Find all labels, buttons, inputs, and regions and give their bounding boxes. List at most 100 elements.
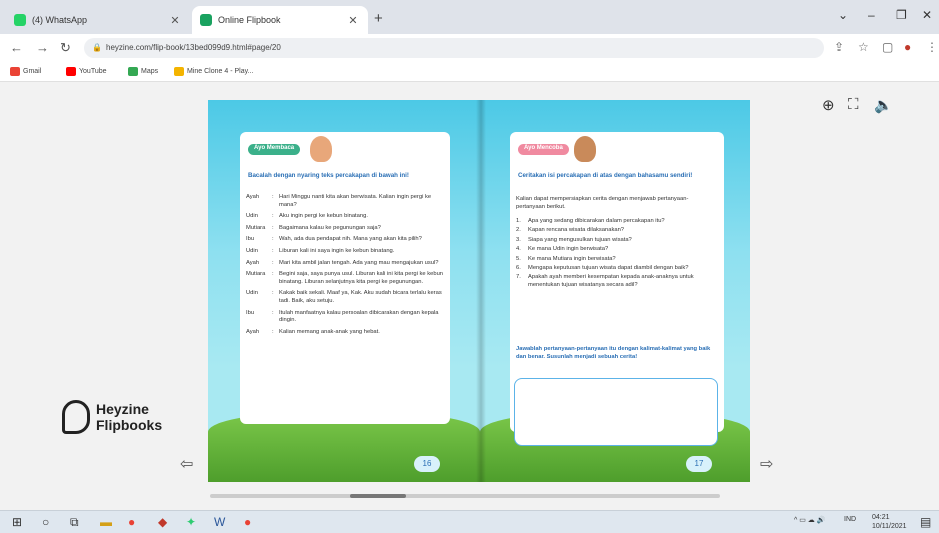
heyzine-logo: Heyzine Flipbooks xyxy=(62,400,162,434)
dialogue-list: Ayah: Hari Minggu nanti kita akan berwisa… xyxy=(246,194,446,340)
question-item: 1. Apa yang sedang dibicarakan dalam perc… xyxy=(516,218,665,224)
question-list: 1. Apa yang sedang dibicarakan dalam perc… xyxy=(516,218,718,291)
tab-search-icon[interactable]: ⌄ xyxy=(838,8,848,22)
clock-date: 10/11/2021 xyxy=(872,523,907,530)
bookmarks-bar: Gmail YouTube Maps Mine Clone 4 - Play..… xyxy=(0,62,939,82)
boy-illustration xyxy=(574,136,596,162)
flipbook-icon xyxy=(200,14,212,26)
scrollbar-thumb[interactable] xyxy=(350,494,406,498)
sidebar-icon[interactable]: ▢ xyxy=(882,40,893,54)
heyzine-logo-icon xyxy=(62,400,90,434)
boy-illustration xyxy=(310,136,332,162)
reload-button[interactable]: ↻ xyxy=(60,40,71,56)
activity-card: Ayo Mencoba Ceritakan isi percakapan di … xyxy=(510,132,724,446)
chrome-icon[interactable]: ● xyxy=(128,515,135,529)
chrome-active-icon[interactable]: ● xyxy=(244,515,251,529)
tab-title: (4) WhatsApp xyxy=(32,15,88,25)
close-window-button[interactable]: ✕ xyxy=(922,8,932,22)
left-page: Ayo Membaca Bacalah dengan nyaring teks … xyxy=(208,100,480,482)
task-view-icon[interactable]: ⧉ xyxy=(70,515,79,530)
bookmark-label: Mine Clone 4 - Play... xyxy=(187,68,254,75)
fullscreen-icon[interactable]: ⛶ xyxy=(848,96,859,113)
question-item: 4. Ke mana Udin ingin berwisata? xyxy=(516,246,609,253)
bookmark-gmail[interactable]: Gmail xyxy=(10,67,41,76)
bookmark-label: Gmail xyxy=(23,68,42,75)
close-tab-icon[interactable]: ✕ xyxy=(168,14,182,27)
question-item: 6. Mengapa keputusan tujuan wisata dapat … xyxy=(516,265,689,272)
instruction-text: Jawablah pertanyaan-pertanyaan itu denga… xyxy=(516,346,711,360)
youtube-icon xyxy=(66,67,76,76)
minimize-button[interactable]: – xyxy=(868,8,875,22)
reading-card: Ayo Membaca Bacalah dengan nyaring teks … xyxy=(240,132,450,424)
forward-button[interactable]: → xyxy=(36,40,49,55)
zoom-in-icon[interactable]: ⊕ xyxy=(822,96,835,114)
maps-icon xyxy=(128,67,138,76)
page-heading: Ceritakan isi percakapan di atas dengan … xyxy=(518,172,693,179)
close-tab-icon[interactable]: ✕ xyxy=(346,14,360,27)
tab-online-flipbook[interactable]: Online Flipbook ✕ xyxy=(192,6,368,34)
clock-time: 04:21 xyxy=(872,514,890,521)
logo-line2: Flipbooks xyxy=(96,417,163,433)
game-icon xyxy=(174,67,184,76)
dialogue-line: Mutiara: Begini saja, saya punya usul. Li… xyxy=(246,271,444,285)
next-page-arrow[interactable]: ⇨ xyxy=(760,454,773,474)
right-page: Ayo Mencoba Ceritakan isi percakapan di … xyxy=(480,100,750,482)
sound-icon[interactable]: 🔈 xyxy=(874,96,893,114)
dialogue-line: Ayah: Hari Minggu nanti kita akan berwisa… xyxy=(246,194,432,208)
tray-icons[interactable]: ^ ▭ ☁ 🔊 xyxy=(794,516,825,524)
dialogue-line: Udin: Aku ingin pergi ke kebun binatang. xyxy=(246,213,368,220)
back-button[interactable]: ← xyxy=(10,40,23,55)
question-item: 2. Kapan rencana wisata dilaksanakan? xyxy=(516,227,625,234)
dialogue-line: Ibu: Wah, ada dua pendapat nih. Mana yang… xyxy=(246,236,422,243)
search-icon[interactable]: ○ xyxy=(42,515,49,529)
start-icon[interactable]: ⊞ xyxy=(12,515,22,529)
address-bar[interactable]: 🔒 heyzine.com/flip-book/13bed099d9.html#… xyxy=(84,38,824,58)
notification-icon[interactable]: ▤ xyxy=(920,515,931,529)
flipbook-viewer: Ayo Membaca Bacalah dengan nyaring teks … xyxy=(0,82,939,510)
previous-page-arrow[interactable]: ⇦ xyxy=(180,454,193,474)
browser-toolbar: ← → ↻ 🔒 heyzine.com/flip-book/13bed099d9… xyxy=(0,34,939,62)
bookmark-youtube[interactable]: YouTube xyxy=(66,67,107,76)
gmail-icon xyxy=(10,67,20,76)
dialogue-line: Udin: Kakak baik sekali. Maaf ya, Kak. Ak… xyxy=(246,290,442,304)
url-text: heyzine.com/flip-book/13bed099d9.html#pa… xyxy=(106,43,281,52)
tab-whatsapp[interactable]: (4) WhatsApp ✕ xyxy=(6,6,190,34)
bookmark-star-icon[interactable]: ☆ xyxy=(858,40,869,54)
word-icon[interactable]: W xyxy=(214,515,225,529)
dialogue-line: Ibu: Itulah manfaatnya kalau persoalan di… xyxy=(246,309,439,324)
page-number: 16 xyxy=(414,456,440,472)
dialogue-line: Ayah: Kalian memang anak-anak yang hebat. xyxy=(246,328,380,335)
intro-text: Kalian dapat mempersiapkan cerita dengan… xyxy=(516,196,689,210)
question-item: 5. Ke mana Mutiara ingin berwisata? xyxy=(516,255,616,262)
clock[interactable]: 04:21 10/11/2021 xyxy=(872,513,907,531)
maximize-button[interactable]: ❐ xyxy=(896,8,907,22)
book-spine xyxy=(476,100,486,482)
section-pill: Ayo Mencoba xyxy=(518,144,569,155)
bookmark-label: Maps xyxy=(141,68,159,75)
profile-avatar[interactable]: ● xyxy=(904,40,911,54)
menu-icon[interactable]: ⋮ xyxy=(926,40,938,54)
share-icon[interactable]: ⇪ xyxy=(834,40,844,54)
tab-strip: (4) WhatsApp ✕ Online Flipbook ✕ + ⌄ – ❐… xyxy=(0,0,939,34)
new-tab-button[interactable]: + xyxy=(374,10,383,27)
tab-title: Online Flipbook xyxy=(218,15,281,25)
dialogue-line: Ayah: Mari kita ambil jalan tengah. Ada y… xyxy=(246,259,439,266)
app-icon[interactable]: ✦ xyxy=(186,515,196,529)
dialogue-line: Udin: Liburan kali ini saya ingin ke kebu… xyxy=(246,247,395,254)
app-icon[interactable]: ◆ xyxy=(158,515,167,529)
dialogue-line: Mutiara: Bagaimana kalau ke pegunungan sa… xyxy=(246,224,381,231)
whatsapp-icon xyxy=(14,14,26,26)
windows-taskbar: ⊞ ○ ⧉ ▬ ● ◆ ✦ W ● ^ ▭ ☁ 🔊 IND 04:21 10/1… xyxy=(0,510,939,533)
question-item: 7. Apakah ayah memberi kesempatan kepada … xyxy=(516,274,694,288)
language-indicator[interactable]: IND xyxy=(844,516,856,523)
bookmark-mine-clone[interactable]: Mine Clone 4 - Play... xyxy=(174,67,253,76)
file-explorer-icon[interactable]: ▬ xyxy=(100,515,112,529)
logo-line1: Heyzine xyxy=(96,401,149,417)
page-heading: Bacalah dengan nyaring teks percakapan d… xyxy=(248,172,409,179)
page-scrollbar[interactable] xyxy=(210,494,720,498)
answer-box xyxy=(514,378,718,446)
section-pill: Ayo Membaca xyxy=(248,144,301,155)
page-number: 17 xyxy=(686,456,712,472)
bookmark-label: YouTube xyxy=(79,68,107,75)
bookmark-maps[interactable]: Maps xyxy=(128,67,158,76)
